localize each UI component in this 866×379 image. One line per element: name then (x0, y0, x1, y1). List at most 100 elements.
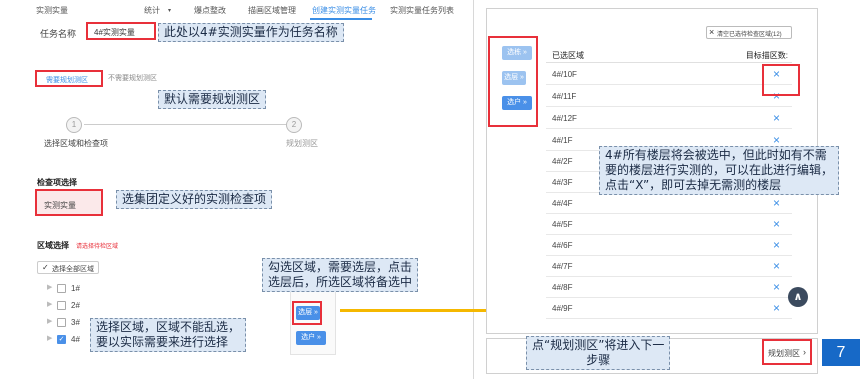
row-floor: 4#/7F (552, 262, 573, 271)
nav-item-measure[interactable]: 实测实量 (36, 5, 68, 16)
remove-row-icon[interactable]: × (773, 301, 780, 315)
select-all-label: 选择全部区域 (52, 266, 94, 273)
table-row: 4#/6F × (546, 235, 792, 256)
row-floor: 4#/9F (552, 304, 573, 313)
top-nav: 实测实量 统计 ▾ 爆点整改 描画区域管理 创建实测实量任务 实测实量任务列表 (22, 5, 472, 19)
close-icon: × (709, 27, 715, 37)
select-floor-right-label: 选层 (504, 74, 519, 81)
remove-row-icon[interactable]: × (773, 259, 780, 273)
select-building-label: 选栋 (507, 49, 522, 56)
select-unit-button-right[interactable]: 选户 » (502, 96, 532, 110)
row-floor: 4#/5F (552, 220, 573, 229)
expand-arrow-icon[interactable]: ▶ (47, 334, 52, 342)
clear-selected-button[interactable]: × 清空已选待检查区域(12) (706, 26, 792, 39)
nav-item-stats[interactable]: 统计 (144, 5, 160, 16)
table-row: 4#/11F × (546, 86, 792, 107)
nav-item-rectify[interactable]: 爆点整改 (194, 5, 226, 16)
table-row: 4#/12F × (546, 108, 792, 129)
plan-zone-button[interactable]: 规划测区 › (762, 339, 812, 365)
expand-arrow-icon[interactable]: ▶ (47, 300, 52, 308)
tree-item[interactable]: ▶ 1# (47, 282, 107, 296)
chevron-down-icon: ▾ (168, 8, 172, 14)
task-name-input[interactable]: 4#实测实量 (86, 22, 156, 40)
expand-arrow-icon[interactable]: ▶ (47, 317, 52, 325)
row-floor: 4#/10F (552, 70, 577, 79)
active-nav-underline (310, 18, 372, 20)
tree-checkbox[interactable] (57, 301, 66, 310)
select-all-button[interactable]: ✓ 选择全部区域 (37, 261, 99, 274)
row-floor: 4#/1F (552, 136, 573, 145)
callout-check-floors-line1: 勾选区域，需要选层，点击 (268, 260, 413, 274)
callout-default-plan: 默认需要规划测区 (158, 90, 267, 109)
remove-icon-highlight (762, 64, 800, 96)
remove-row-icon[interactable]: × (773, 133, 780, 147)
remove-row-icon[interactable]: × (773, 196, 780, 210)
expand-arrow-icon[interactable]: ▶ (47, 283, 52, 291)
step-1-label: 选择区域和检查项 (44, 139, 108, 148)
callout-task-name: 此处以4#实测实量作为任务名称 (158, 23, 344, 42)
select-unit-right-label: 选户 (507, 99, 522, 106)
callout-check-items: 选集团定义好的实测检查项 (116, 190, 273, 209)
step-2-circle: 2 (286, 117, 302, 133)
callout-next-line1: 点“规划测区”将进入下一 (532, 338, 665, 352)
tree-label: 4# (71, 335, 80, 344)
arrow-connector (340, 309, 508, 312)
nav-item-task-list[interactable]: 实测实量任务列表 (390, 5, 454, 16)
page-number-badge: 7 (822, 339, 860, 366)
row-floor: 4#/2F (552, 157, 573, 166)
select-floor-button-right[interactable]: 选层 » (502, 71, 526, 85)
table-row: 4#/10F × (546, 64, 792, 85)
nav-item-create-task[interactable]: 创建实测实量任务 (312, 5, 376, 16)
tab-no-plan[interactable]: 不需要规划测区 (108, 73, 157, 83)
callout-select-area: 选择区域，区域不能乱选， 要以实际需要来进行选择 (90, 318, 247, 352)
row-floor: 4#/4F (552, 199, 573, 208)
remove-row-icon[interactable]: × (773, 280, 780, 294)
table-row: 4#/8F × (546, 277, 792, 298)
column-header-target: 目标描区数: (745, 51, 788, 60)
step-1-circle: 1 (66, 117, 82, 133)
step-2-label: 规划测区 (286, 139, 318, 148)
tree-checkbox[interactable] (57, 318, 66, 327)
tree-item[interactable]: ▶ 2# (47, 299, 107, 313)
task-name-label: 任务名称 (40, 29, 77, 39)
check-item-label: 实测实量 (44, 201, 76, 210)
callout-select-area-line1: 选择区域，区域不能乱选， (96, 320, 241, 334)
area-select-label: 区域选择 (37, 241, 69, 250)
clear-selected-label: 清空已选待检查区域(12) (717, 32, 782, 38)
chevron-right-icon: › (803, 347, 806, 357)
help-icon[interactable]: ∧ (788, 287, 808, 307)
column-header-selected: 已选区域 (552, 51, 584, 60)
callout-check-floors: 勾选区域，需要选层，点击 选层后，所选区域将备选中 (262, 258, 419, 292)
remove-row-icon[interactable]: × (773, 111, 780, 125)
select-building-button[interactable]: 选栋 » (502, 46, 532, 60)
select-floor-label: 选层 (298, 309, 313, 316)
remove-row-icon[interactable]: × (773, 238, 780, 252)
tab-need-plan-label: 需要规划测区 (46, 77, 88, 84)
nav-item-area-manage[interactable]: 描画区域管理 (248, 5, 296, 16)
table-header: 已选区域 目标描区数: (546, 47, 792, 63)
tree-label: 3# (71, 318, 80, 327)
row-floor: 4#/3F (552, 178, 573, 187)
tree-checkbox[interactable] (57, 284, 66, 293)
area-select-hint: 请选择待检区域 (76, 244, 119, 250)
tree-checkbox-checked[interactable]: ✓ (57, 335, 66, 344)
check-item-measure[interactable]: 实测实量 (35, 189, 103, 216)
callout-next-line2: 步骤 (586, 353, 611, 367)
select-unit-button[interactable]: 选户 » (296, 331, 326, 345)
callout-select-area-line2: 要以实际需要来进行选择 (96, 335, 229, 349)
remove-row-icon[interactable]: × (773, 217, 780, 231)
tree-label: 1# (71, 284, 80, 293)
select-floor-button[interactable]: 选层 » (296, 306, 320, 320)
callout-check-floors-line2: 选层后，所选区域将备选中 (268, 275, 413, 289)
callout-floors: 4#所有楼层将会被选中，但此时如有不需 要的楼层进行实测的，可以在此进行编辑， … (599, 146, 840, 195)
tab-need-plan[interactable]: 需要规划测区 (35, 70, 103, 87)
row-floor: 4#/11F (552, 92, 577, 101)
callout-floors-line3: 点击“X”，即可去掉无需测的楼层 (605, 178, 782, 192)
table-row: 4#/7F × (546, 256, 792, 277)
plan-zone-label: 规划测区 (768, 349, 800, 358)
select-unit-label: 选户 (301, 334, 316, 341)
row-floor: 4#/8F (552, 283, 573, 292)
check-items-label: 检查项选择 (37, 178, 77, 187)
step-connector (84, 124, 286, 125)
table-row: 4#/5F × (546, 214, 792, 235)
